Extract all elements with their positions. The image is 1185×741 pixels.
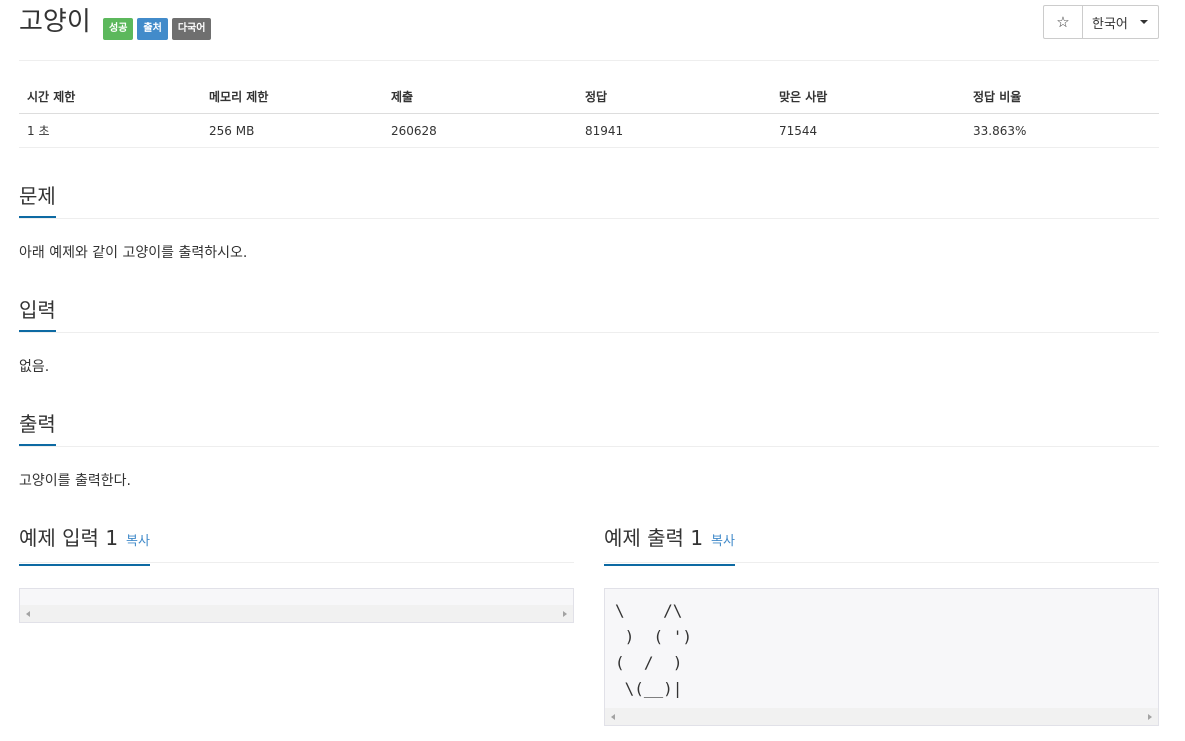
sample-head: 예제 입력 1 복사 (19, 524, 574, 566)
label-source[interactable]: 출처 (137, 18, 168, 40)
section-title: 출력 (19, 410, 56, 446)
section-title: 입력 (19, 296, 56, 332)
horizontal-scrollbar[interactable] (20, 605, 573, 622)
header-accept-ratio: 정답 비율 (965, 80, 1159, 114)
section-text: 없음. (19, 359, 50, 375)
scroll-right-icon[interactable] (563, 610, 567, 617)
scroll-right-icon[interactable] (1148, 713, 1152, 720)
sample-head: 예제 출력 1 복사 (604, 524, 1159, 566)
section-text: 고양이를 출력한다. (19, 473, 131, 489)
value-submissions[interactable]: 260628 (383, 113, 577, 148)
value-time-limit: 1 초 (19, 113, 201, 148)
table-header-row: 시간 제한 메모리 제한 제출 정답 맞은 사람 정답 비율 (19, 80, 1159, 114)
scroll-left-icon[interactable] (26, 610, 30, 617)
language-dropdown[interactable]: 한국어 (1083, 6, 1158, 38)
star-icon: ☆ (1056, 13, 1070, 31)
header-time-limit: 시간 제한 (19, 80, 201, 114)
header-actions: ☆ 한국어 (1043, 5, 1159, 39)
problem-info-table: 시간 제한 메모리 제한 제출 정답 맞은 사람 정답 비율 1 초 256 M… (19, 80, 1159, 148)
sample-output-box[interactable]: \ /\ ) ( ') ( / ) \(__)| (604, 588, 1159, 726)
problem-title: 고양이 (19, 7, 91, 37)
language-label: 한국어 (1092, 16, 1128, 32)
sample-title-text: 예제 출력 1 (604, 526, 704, 550)
horizontal-scrollbar[interactable] (605, 708, 1158, 725)
copy-button[interactable]: 복사 (711, 528, 735, 556)
section-head: 문제 (19, 180, 1159, 219)
value-solved-users[interactable]: 71544 (771, 113, 965, 148)
section-input: 입력 없음. (19, 294, 1159, 376)
section-text: 아래 예제와 같이 고양이를 출력하시오. (19, 245, 248, 261)
section-output: 출력 고양이를 출력한다. (19, 408, 1159, 490)
label-success: 성공 (103, 18, 134, 40)
label-multilang: 다국어 (171, 18, 212, 40)
section-head: 입력 (19, 294, 1159, 333)
favorite-button[interactable]: ☆ (1044, 6, 1083, 38)
copy-button[interactable]: 복사 (126, 528, 150, 556)
chevron-down-icon (1139, 20, 1148, 24)
sample-input: 예제 입력 1 복사 (19, 524, 574, 623)
section-head: 출력 (19, 408, 1159, 447)
value-accept-ratio: 33.863% (965, 113, 1159, 148)
section-title: 문제 (19, 182, 56, 218)
sample-title: 예제 입력 1 복사 (19, 524, 150, 566)
value-accepted[interactable]: 81941 (577, 113, 771, 148)
page-header: 고양이 성공 출처 다국어 ☆ 한국어 (19, 0, 1159, 61)
problem-page: 고양이 성공 출처 다국어 ☆ 한국어 시간 제한 메모리 제한 제출 정답 맞… (19, 0, 1159, 726)
sample-input-content (20, 589, 573, 598)
header-submissions: 제출 (383, 80, 577, 114)
problem-labels: 성공 출처 다국어 (103, 18, 212, 40)
header-accepted: 정답 (577, 80, 771, 114)
sample-output-content: \ /\ ) ( ') ( / ) \(__)| (615, 601, 693, 698)
sample-title: 예제 출력 1 복사 (604, 524, 735, 566)
value-memory-limit: 256 MB (201, 113, 383, 148)
sample-input-box[interactable] (19, 588, 574, 623)
sample-output: 예제 출력 1 복사 \ /\ ) ( ') ( / ) \(__)| (604, 524, 1159, 726)
sample-title-text: 예제 입력 1 (19, 526, 119, 550)
section-description: 문제 아래 예제와 같이 고양이를 출력하시오. (19, 180, 1159, 262)
header-solved-users: 맞은 사람 (771, 80, 965, 114)
header-memory-limit: 메모리 제한 (201, 80, 383, 114)
table-row: 1 초 256 MB 260628 81941 71544 33.863% (19, 113, 1159, 148)
scroll-left-icon[interactable] (611, 713, 615, 720)
